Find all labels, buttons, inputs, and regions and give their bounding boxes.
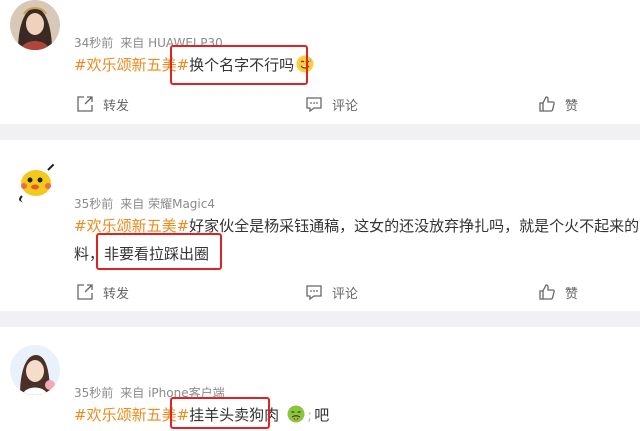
action-bar: 转发 评论 赞 xyxy=(0,92,640,116)
avatar[interactable] xyxy=(10,156,60,206)
like-button[interactable]: 赞 xyxy=(538,92,578,116)
like-label: 赞 xyxy=(565,98,579,114)
repost-button[interactable]: 转发 xyxy=(76,92,129,116)
highlight-box xyxy=(96,233,222,270)
like-label: 赞 xyxy=(565,286,579,302)
comment-time: 35秒前 xyxy=(74,386,114,400)
thumbs-up-icon xyxy=(539,284,555,300)
comment-card-3: 35秒前 来自 iPhone客户端 #欢乐颂新五美#挂羊头卖狗肉 ; 吧 xyxy=(0,327,640,429)
comment-source: 来自 荣耀Magic4 xyxy=(120,197,215,211)
comment-label: 评论 xyxy=(332,286,359,302)
comment-time: 34秒前 xyxy=(74,36,114,50)
comment-time: 35秒前 xyxy=(74,197,114,211)
comment-label: 评论 xyxy=(332,98,359,114)
action-bar: 转发 评论 赞 xyxy=(0,280,640,304)
avatar[interactable] xyxy=(10,0,60,50)
highlight-box xyxy=(170,45,308,85)
comment-card-2: 35秒前 来自 荣耀Magic4 #欢乐颂新五美#好家伙全是杨采钰通稿，这女的还没… xyxy=(0,140,640,311)
divider xyxy=(0,124,640,140)
divider xyxy=(0,311,640,327)
repost-icon xyxy=(77,284,93,300)
repost-icon xyxy=(77,96,93,112)
repost-button[interactable]: 转发 xyxy=(76,280,129,304)
repost-label: 转发 xyxy=(103,286,130,302)
comment-button[interactable]: 评论 xyxy=(305,92,358,116)
comment-card-1: 34秒前 来自 HUAWEI P30 #欢乐颂新五美#换个名字不行吗 转发 评论… xyxy=(0,0,640,124)
avatar[interactable] xyxy=(10,345,60,395)
comment-icon xyxy=(306,97,322,113)
comment-icon xyxy=(306,285,322,301)
nauseated-face-icon xyxy=(287,405,305,423)
highlight-box xyxy=(170,397,270,429)
thumbs-up-icon xyxy=(539,96,555,112)
like-button[interactable]: 赞 xyxy=(538,280,578,304)
comment-button[interactable]: 评论 xyxy=(305,280,358,304)
comment-meta: 35秒前 来自 荣耀Magic4 xyxy=(74,195,222,212)
comment-body-tail: 吧 xyxy=(314,406,330,424)
repost-label: 转发 xyxy=(103,98,130,114)
comment-body-line1: 好家伙全是杨采钰通稿，这女的还没放弃挣扎吗，就是个火不起来的 xyxy=(189,217,640,235)
